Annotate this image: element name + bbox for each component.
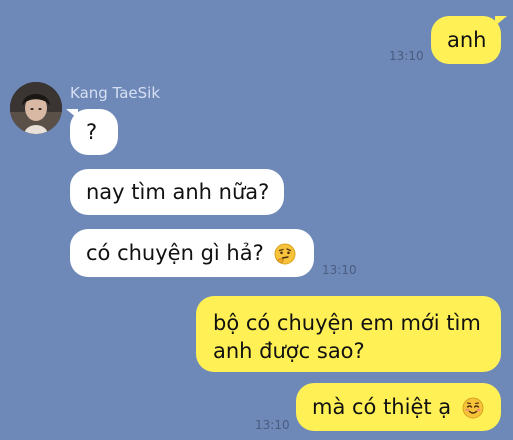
outgoing-message[interactable]: bộ có chuyện em mới tìm anh được sao? [196, 296, 501, 372]
message-text-line: anh được sao? [213, 339, 365, 363]
smiling-face-icon [462, 397, 484, 419]
bubble-tail [495, 16, 507, 26]
incoming-message[interactable]: có chuyện gì hả? [70, 229, 314, 277]
message-text: mà có thiệt ạ [312, 395, 452, 419]
message-time: 13:10 [389, 49, 424, 63]
outgoing-message[interactable]: anh [431, 16, 501, 64]
outgoing-message[interactable]: mà có thiệt ạ [296, 383, 501, 431]
message-text: nay tìm anh nữa? [86, 180, 270, 204]
chat-area[interactable]: 13:10 anh Kang TaeSik ? nay tìm anh nữa?… [0, 0, 513, 440]
thinking-face-icon [274, 243, 296, 265]
message-text: ? [86, 120, 98, 144]
incoming-message[interactable]: nay tìm anh nữa? [70, 169, 284, 215]
message-text: có chuyện gì hả? [86, 241, 264, 265]
profile-photo-icon [10, 82, 62, 134]
message-time: 13:10 [322, 263, 357, 277]
message-text: anh [447, 28, 487, 52]
message-time: 13:10 [255, 418, 290, 432]
avatar[interactable] [10, 82, 62, 134]
incoming-message[interactable]: ? [70, 109, 118, 155]
message-text-line: bộ có chuyện em mới tìm [213, 311, 481, 335]
sender-name: Kang TaeSik [70, 84, 161, 102]
